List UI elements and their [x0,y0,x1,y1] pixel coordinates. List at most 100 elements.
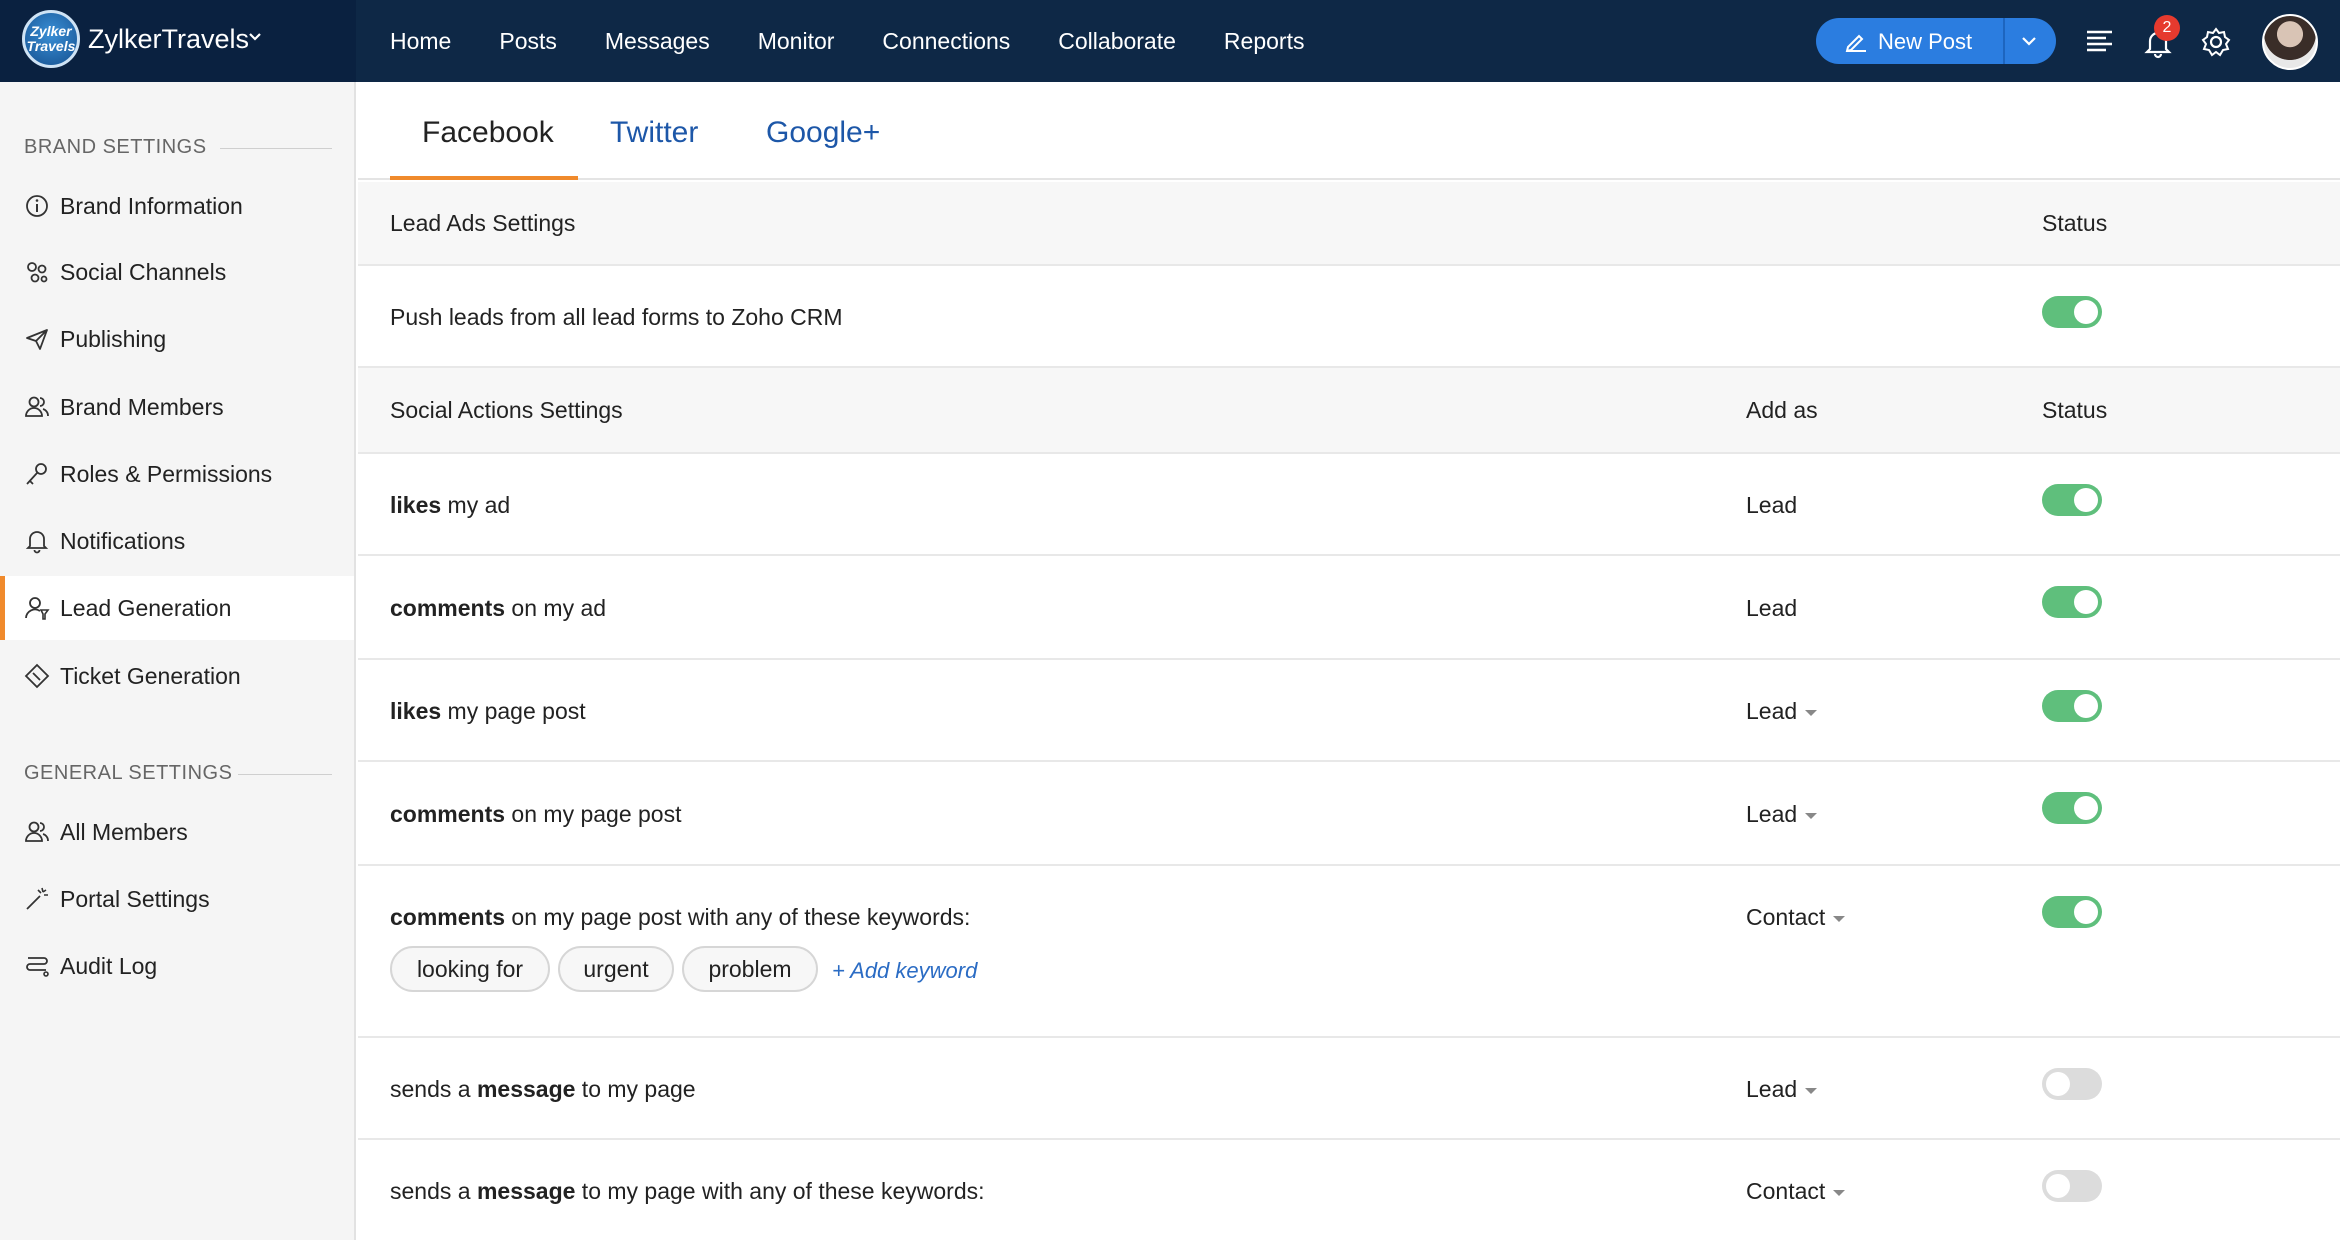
action-verb: likes [390,492,442,518]
action-detail: my page post [441,698,586,724]
sidebar-item-portal-settings[interactable]: Portal Settings [0,867,354,931]
toggle-knob [2046,1174,2070,1198]
brand-switcher[interactable]: Zylker Travels ZylkerTravels [0,0,356,82]
nav-messages[interactable]: Messages [605,28,710,55]
toggle-knob [2074,694,2098,718]
status-toggle[interactable] [2042,690,2102,722]
tab-google-plus[interactable]: Google+ [766,116,880,150]
nav-reports[interactable]: Reports [1224,28,1305,55]
action-description: sends a message to my page [390,1076,696,1103]
status-toggle[interactable] [2042,484,2102,516]
action-verb: message [476,1076,576,1102]
new-post-button[interactable]: New Post [1816,18,2056,64]
sidebar-item-brand-members[interactable]: Brand Members [0,375,354,439]
sidebar-item-label: Publishing [60,325,167,352]
status-toggle[interactable] [2042,586,2102,618]
add-as-label: Lead [1746,698,1798,724]
toggle-knob [2074,796,2098,820]
add-keyword-link[interactable]: + Add keyword [832,958,977,984]
nav-posts[interactable]: Posts [499,28,557,55]
tab-facebook[interactable]: Facebook [422,116,554,150]
toggle-knob [2046,1072,2070,1096]
action-detail: on my page post with any of these keywor… [505,904,971,930]
brand-logo: Zylker Travels [22,10,80,68]
status-column-header: Status [2042,210,2108,236]
social-actions-header: Social Actions Settings Add as Status [358,368,2340,454]
brand-settings-heading: BRAND SETTINGS [24,136,207,158]
status-column-header: Status [2042,397,2108,423]
sidebar-item-publishing[interactable]: Publishing [0,307,354,371]
add-as-label: Lead [1746,1076,1798,1102]
status-toggle[interactable] [2042,792,2102,824]
sidebar-item-label: Brand Members [60,393,224,420]
toggle-knob [2074,488,2098,512]
lead-ads-header: Lead Ads Settings Status [358,182,2340,266]
info-icon [26,195,48,217]
tab-twitter[interactable]: Twitter [610,116,698,150]
members-icon [25,821,49,842]
social-action-row: sends a message to my page with any of t… [358,1140,2340,1240]
sidebar-item-brand-information[interactable]: Brand Information [0,174,354,238]
nav-home[interactable]: Home [390,28,451,55]
chevron-down-icon[interactable] [248,30,262,44]
status-toggle[interactable] [2042,896,2102,928]
sidebar-item-audit-log[interactable]: Audit Log [0,934,354,998]
lead-ads-row-label: Push leads from all lead forms to Zoho C… [390,304,843,330]
sidebar-item-lead-generation[interactable]: Lead Generation [0,576,354,640]
bell-icon [25,531,49,554]
nav-connections[interactable]: Connections [882,28,1010,55]
add-as-value: Lead [1746,595,1797,622]
sidebar-item-social-channels[interactable]: Social Channels [0,240,354,304]
social-action-row: likes my ad Lead [358,454,2340,556]
active-tab-indicator [390,176,578,180]
social-channels-icon [27,262,48,283]
social-action-row: comments on my page post Lead [358,762,2340,866]
caret-down-icon [1805,709,1818,716]
status-toggle[interactable] [2042,1068,2102,1100]
add-as-label: Lead [1746,595,1798,621]
caret-down-icon [1805,812,1818,819]
action-verb: message [476,1178,576,1204]
add-as-label: Contact [1746,1178,1826,1204]
chevron-down-icon[interactable] [2020,33,2038,49]
sidebar-item-roles-permissions[interactable]: Roles & Permissions [0,442,354,506]
members-icon [25,396,49,417]
add-as-dropdown[interactable]: Lead [1746,698,1818,725]
keyword-chip[interactable]: problem [682,946,818,992]
action-verb: comments [390,801,506,827]
add-as-dropdown[interactable]: Lead [1746,1076,1818,1103]
action-description: likes my ad [390,492,510,519]
user-avatar[interactable] [2262,14,2318,70]
add-as-dropdown[interactable]: Contact [1746,904,1846,931]
action-description: comments on my page post with any of the… [390,904,970,931]
lead-generation-panel: Facebook Twitter Google+ Lead Ads Settin… [358,82,2340,1240]
add-as-value: Lead [1746,492,1797,519]
sidebar-item-label: Lead Generation [60,594,232,621]
status-toggle[interactable] [2042,1170,2102,1202]
sidebar-item-notifications[interactable]: Notifications [0,509,354,573]
caret-down-icon [1833,915,1846,922]
social-action-row: sends a message to my page Lead [358,1038,2340,1140]
action-description: sends a message to my page with any of t… [390,1178,985,1205]
add-as-dropdown[interactable]: Contact [1746,1178,1846,1205]
social-action-row: comments on my ad Lead [358,556,2340,660]
gear-icon[interactable] [2200,26,2232,58]
action-verb: comments [390,595,506,621]
menu-list-icon[interactable] [2084,25,2116,57]
push-leads-toggle[interactable] [2042,296,2102,328]
magic-wand-icon [26,887,48,910]
action-verb: likes [390,698,442,724]
add-as-label: Contact [1746,904,1826,930]
nav-monitor[interactable]: Monitor [758,28,835,55]
general-settings-heading: GENERAL SETTINGS [24,762,233,784]
keyword-chip[interactable]: urgent [558,946,674,992]
sidebar-item-ticket-generation[interactable]: Ticket Generation [0,644,354,708]
keyword-chip[interactable]: looking for [390,946,550,992]
add-as-dropdown[interactable]: Lead [1746,801,1818,828]
toggle-knob [2074,900,2098,924]
sidebar-item-all-members[interactable]: All Members [0,800,354,864]
send-icon [26,329,48,350]
brand-name[interactable]: ZylkerTravels [88,24,249,55]
toggle-knob [2074,590,2098,614]
nav-collaborate[interactable]: Collaborate [1058,28,1176,55]
